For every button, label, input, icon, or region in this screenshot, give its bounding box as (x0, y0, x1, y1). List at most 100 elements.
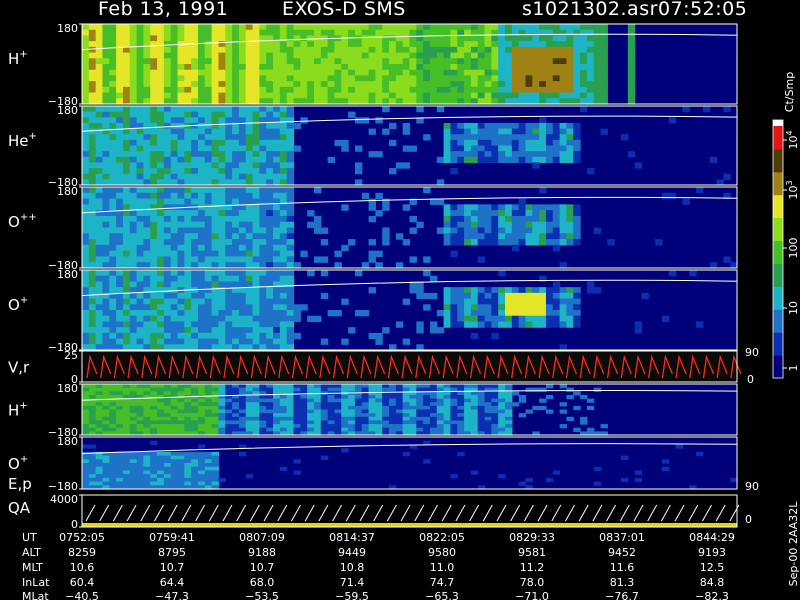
flux-cell (170, 111, 179, 118)
flux-cell (129, 173, 138, 180)
flux-cell (586, 29, 595, 37)
flux-cell (136, 451, 144, 457)
flux-cell (163, 81, 172, 88)
flux-cell (545, 215, 554, 223)
panel-label-text: QA (8, 499, 31, 517)
flux-cell (539, 81, 547, 88)
flux-cell (341, 92, 349, 99)
flux-cell (177, 405, 185, 411)
flux-cell (82, 470, 90, 475)
flux-cell (143, 459, 151, 464)
flux-cell (204, 463, 213, 468)
ephem-value: 0752:05 (59, 531, 105, 544)
flux-cell (464, 287, 472, 294)
flux-cell (464, 394, 472, 400)
flux-cell (423, 75, 431, 82)
flux-cell (170, 250, 179, 258)
flux-cell (429, 64, 438, 71)
flux-cell (170, 134, 179, 141)
flux-cell (484, 239, 492, 246)
flux-cell (136, 481, 144, 486)
flux-cell (184, 128, 192, 135)
flux-cell (122, 111, 131, 118)
flux-cell (470, 69, 479, 77)
flux-cell (218, 409, 226, 414)
flux-cell (518, 46, 527, 54)
flux-cell (129, 459, 138, 464)
flux-cell (259, 69, 267, 77)
flux-cell (286, 387, 295, 392)
flux-cell (395, 413, 404, 418)
flux-cell (218, 304, 226, 311)
flux-cell (354, 424, 363, 429)
flux-cell (477, 416, 486, 422)
flux-cell (252, 315, 260, 323)
flux-cell (163, 24, 172, 31)
flux-cell (211, 398, 220, 403)
flux-cell (300, 427, 308, 432)
flux-cell (559, 424, 568, 429)
flux-cell (443, 64, 452, 71)
flux-cell (279, 427, 288, 432)
flux-cell (423, 187, 431, 194)
flux-cell (170, 128, 179, 135)
flux-cell (211, 451, 220, 457)
panel-label: V,r (8, 359, 30, 377)
flux-cell (232, 92, 240, 99)
flux-cell (143, 239, 151, 246)
flux-cell (150, 281, 158, 288)
flux-cell (477, 122, 486, 130)
flux-cell (334, 75, 342, 82)
flux-cell (150, 81, 158, 88)
flux-cell (395, 424, 404, 429)
flux-cell (518, 227, 527, 234)
flux-cell (109, 315, 117, 323)
flux-cell (300, 416, 308, 422)
flux-cell (157, 463, 165, 468)
flux-cell (232, 187, 240, 194)
flux-cell (129, 145, 138, 152)
flux-cell (157, 173, 165, 180)
flux-cell (157, 270, 165, 277)
flux-cell (416, 424, 424, 429)
flux-cell (150, 69, 158, 77)
flux-cell (395, 69, 404, 77)
flux-cell (593, 287, 602, 294)
flux-cell (525, 409, 533, 414)
flux-cell (279, 292, 288, 300)
flux-cell (286, 281, 295, 288)
flux-cell (429, 427, 438, 432)
flux-cell (573, 227, 581, 234)
flux-cell (545, 384, 554, 389)
flux-cell (450, 168, 458, 175)
flux-cell (389, 168, 397, 175)
flux-cell (163, 420, 172, 425)
flux-cell (313, 315, 322, 323)
flux-cell (197, 187, 206, 194)
flux-cell (184, 227, 192, 234)
flux-cell (545, 239, 554, 246)
flux-cell (477, 287, 486, 294)
flux-cell (88, 151, 97, 158)
flux-cell (286, 24, 295, 31)
flux-cell (273, 46, 281, 54)
panel-label: O+ (8, 454, 28, 473)
flux-cell (204, 451, 213, 457)
flux-cell (204, 424, 213, 429)
flux-cell (348, 52, 356, 59)
flux-cell (457, 156, 465, 164)
flux-cell (266, 398, 274, 403)
flux-cell (82, 416, 90, 422)
flux-cell (470, 122, 479, 130)
flux-cell (116, 455, 124, 460)
flux-cell (361, 398, 370, 403)
flux-cell (218, 35, 226, 42)
flux-cell (279, 134, 288, 141)
flux-cell (232, 58, 240, 65)
flux-cell (464, 204, 472, 211)
ephem-value: 78.0 (520, 576, 545, 589)
flux-cell (232, 35, 240, 42)
flux-cell (300, 387, 308, 392)
flux-cell (266, 315, 274, 323)
flux-cell (436, 416, 445, 422)
